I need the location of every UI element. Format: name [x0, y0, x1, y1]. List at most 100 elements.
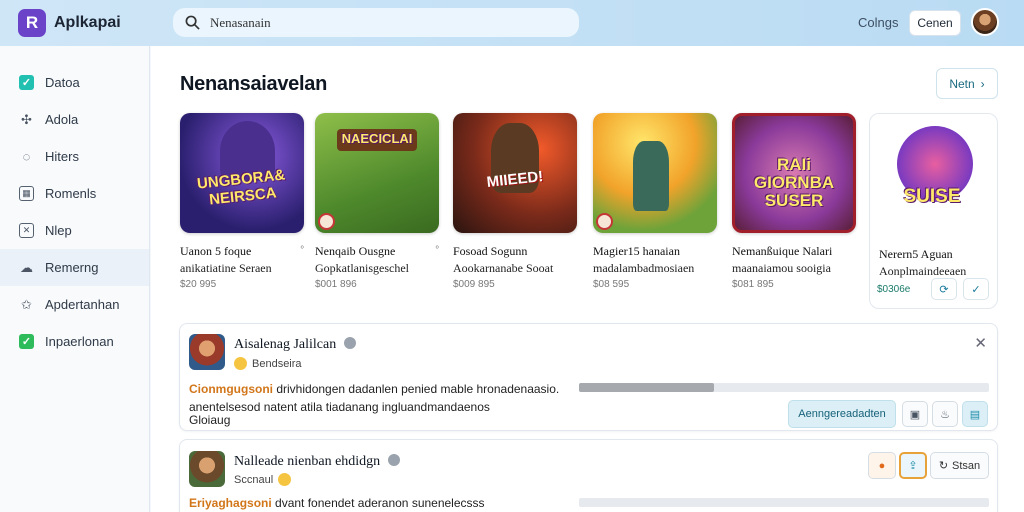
sidebar-item-romenls[interactable]: ▦ Romenls	[0, 175, 149, 212]
header-link[interactable]: Colngs	[858, 15, 898, 30]
app-subtitle: madalambadmosiaen	[593, 261, 695, 275]
game-badge-icon	[596, 213, 613, 230]
grid-icon: ▦	[19, 186, 34, 201]
card-actions: $0306e ⟳ ✓	[877, 278, 989, 300]
emoji-icon	[234, 357, 247, 370]
game-badge-icon	[318, 213, 335, 230]
app-card[interactable]: UNGBORA& NEIRSCA Uanon 5 foque ° anikatia…	[180, 113, 304, 290]
close-icon[interactable]: ✕	[974, 334, 987, 352]
secondary-action-button[interactable]: ↻ Stsan	[930, 452, 989, 479]
sidebar-item-nlep[interactable]: ✕ Nlep	[0, 212, 149, 249]
activity-panel: Nalleade nienban ehdidgn Sccnaul Eriyagh…	[179, 439, 998, 512]
refresh-icon: ↻	[938, 460, 949, 472]
search-icon	[185, 15, 200, 30]
sidebar-item-adola[interactable]: ✣ Adola	[0, 101, 149, 138]
app-title: Nerern5 Aguan	[879, 247, 953, 261]
character-art	[633, 141, 669, 211]
mail-icon: ✕	[19, 223, 34, 238]
save-icon[interactable]: ▤	[962, 401, 988, 427]
panel-description: Cionmgugsoni drivhidongen dadanlen penie…	[189, 382, 560, 396]
main-content: Nenansaiavelan Netn › UNGBORA& NEIRSCA U…	[151, 46, 1024, 512]
app-price: $08 595	[593, 279, 630, 290]
app-subtitle: Aookarnanabe Sooat	[453, 261, 554, 275]
sidebar-item-label: Apdertanhan	[45, 297, 120, 312]
gift-icon[interactable]: ▣	[902, 401, 928, 427]
app-title: Uanon 5 foque °	[180, 244, 304, 258]
app-thumbnail[interactable]: SUISE	[870, 114, 994, 236]
panel-description-3: Gloiaug	[189, 413, 231, 427]
thumbnail-art-text: SUISE	[903, 186, 961, 207]
app-subtitle: maanaiamou sooigia	[732, 261, 831, 275]
secondary-action-label: Stsan	[952, 459, 981, 472]
user-avatar[interactable]	[971, 8, 999, 36]
search-bar[interactable]	[173, 8, 579, 37]
bird-icon[interactable]: ✓	[963, 278, 989, 300]
app-thumbnail[interactable]: RAIi GIORNBA SUSER	[732, 113, 856, 233]
checkbox-icon: ✓	[19, 75, 34, 90]
sidebar-item-datoa[interactable]: ✓ Datoa	[0, 64, 149, 101]
activity-panel: Aisalenag Jalilcan Bendseira Cionmgugson…	[179, 323, 998, 431]
app-subtitle: Aonplmaindeeaen	[879, 264, 967, 278]
share-icon[interactable]: ⇪	[899, 452, 927, 479]
star-icon: ✩	[21, 296, 32, 312]
thumbnail-art-text: UNGBORA& NEIRSCA	[196, 166, 286, 209]
app-thumbnail[interactable]: MIIEED!	[453, 113, 577, 233]
app-card[interactable]: RAIi GIORNBA SUSER Nemanßuique Nalari ma…	[732, 113, 856, 290]
app-subtitle: anikatiatine Seraen	[180, 261, 272, 275]
panel-title: Aisalenag Jalilcan	[234, 337, 357, 353]
app-title: Nenqaib Ousgne °	[315, 244, 439, 258]
cloud-icon: ☁	[20, 259, 33, 275]
primary-action-button[interactable]: Aenngereadadten	[788, 400, 896, 428]
checkbox-green-icon: ✓	[19, 334, 34, 349]
app-card[interactable]: SUISE Nerern5 Aguan Aonplmaindeeaen $030…	[869, 113, 998, 309]
puzzle-icon: ✣	[21, 111, 32, 127]
header-button[interactable]: Cenen	[909, 10, 961, 36]
fox-icon[interactable]: ●	[868, 452, 896, 479]
app-title: Fosoad Sogunn	[453, 244, 528, 258]
app-thumbnail[interactable]: UNGBORA& NEIRSCA	[180, 113, 304, 233]
app-card[interactable]: Magier15 hanaian madalambadmosiaen $08 5…	[593, 113, 717, 290]
sidebar-item-label: Romenls	[45, 186, 97, 201]
app-price: $20 995	[180, 279, 217, 290]
app-subtitle: Gopkatlanisgeschel	[315, 261, 409, 275]
top-bar: R Aplkapai Colngs Cenen	[0, 0, 1024, 46]
fire-icon[interactable]: ♨	[932, 401, 958, 427]
app-price: $081 895	[732, 279, 774, 290]
chat-icon: ◌	[22, 149, 31, 164]
sidebar-item-remerng[interactable]: ☁ Remerng	[0, 249, 149, 286]
app-card[interactable]: NAECICLAI Nenqaib Ousgne ° Gopkatlanisges…	[315, 113, 439, 290]
app-card[interactable]: MIIEED! Fosoad Sogunn Aookarnanabe Sooat…	[453, 113, 577, 290]
share-icon[interactable]: ⟳	[931, 278, 957, 300]
sidebar-item-hiters[interactable]: ◌ Hiters	[0, 138, 149, 175]
sidebar-item-label: Datoa	[45, 75, 80, 90]
see-more-button[interactable]: Netn ›	[936, 68, 998, 99]
sidebar: ✓ Datoa ✣ Adola ◌ Hiters ▦ Romenls ✕ Nle…	[0, 46, 150, 512]
app-thumbnail[interactable]	[593, 113, 717, 233]
see-more-label: Netn	[949, 76, 975, 91]
sidebar-item-label: Inpaerlonan	[45, 334, 114, 349]
verified-icon	[388, 454, 401, 466]
panel-title: Nalleade nienban ehdidgn	[234, 454, 401, 470]
chevron-right-icon: ›	[980, 76, 985, 91]
sidebar-item-label: Remerng	[45, 260, 99, 275]
brand[interactable]: R Aplkapai	[0, 0, 150, 46]
sidebar-item-label: Nlep	[45, 223, 72, 238]
panel-subtitle: Sccnaul	[234, 473, 292, 486]
app-title: Magier15 hanaian	[593, 244, 680, 258]
thumbnail-art-text: NAECICLAI	[341, 131, 413, 146]
sidebar-item-apdertanhan[interactable]: ✩ Apdertanhan	[0, 286, 149, 323]
search-input[interactable]	[210, 14, 550, 31]
sidebar-item-label: Hiters	[45, 149, 79, 164]
app-name: Aplkapai	[54, 14, 121, 31]
game-avatar	[189, 451, 225, 487]
progress-fill	[579, 383, 715, 392]
app-title: Nemanßuique Nalari	[732, 244, 833, 258]
progress-bar	[579, 383, 989, 392]
app-price: $001 896	[315, 279, 357, 290]
progress-bar	[579, 498, 989, 507]
panel-subtitle: Bendseira	[234, 357, 302, 370]
app-thumbnail[interactable]: NAECICLAI	[315, 113, 439, 233]
section-title: Nenansaiavelan	[180, 73, 327, 95]
sidebar-item-inpaerlonan[interactable]: ✓ Inpaerlonan	[0, 323, 149, 360]
panel-description-2: anentelsesod natent atila tiadanang ingl…	[189, 400, 490, 414]
